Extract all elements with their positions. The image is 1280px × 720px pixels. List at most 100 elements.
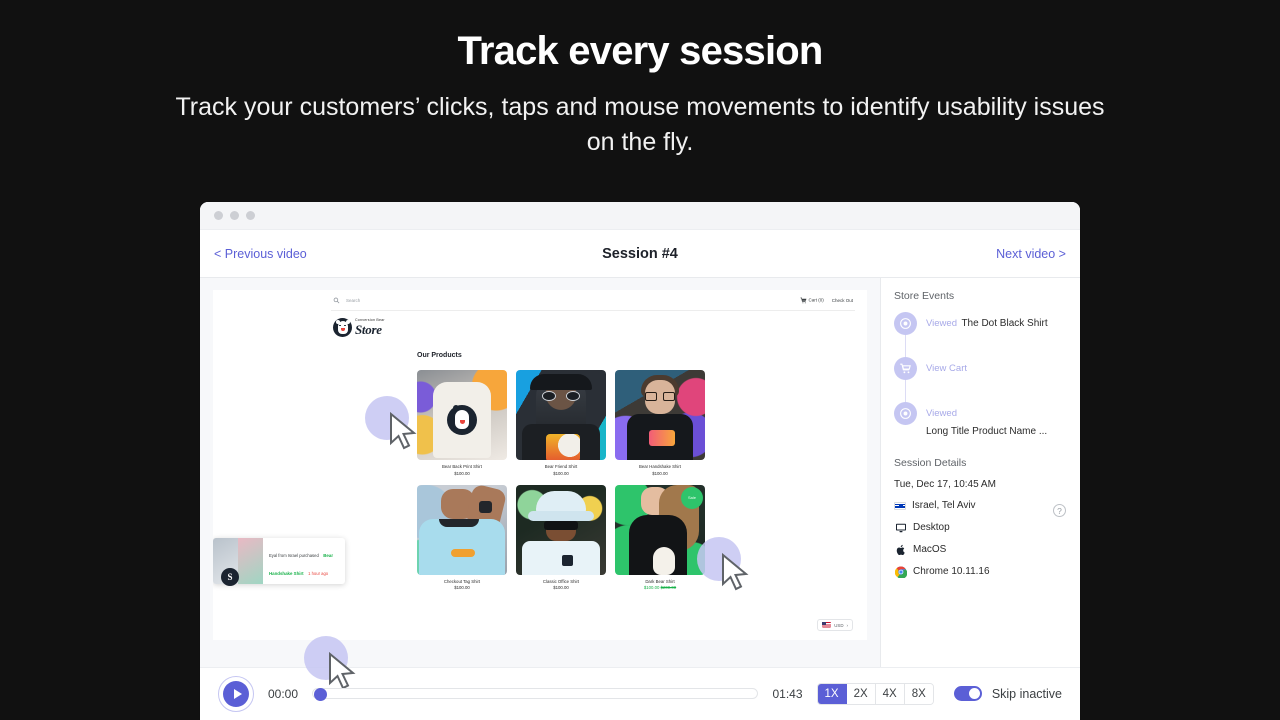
product-name: Bear Handshake Shirt	[638, 464, 682, 469]
product-card[interactable]: Sale Dark Bear Shirt $100.00 $200.00	[615, 484, 705, 590]
product-sale-price: $100.00	[643, 585, 660, 590]
next-video-link[interactable]: Next video >	[996, 247, 1066, 261]
eye-icon	[894, 402, 917, 425]
total-time: 01:43	[772, 686, 803, 701]
currency-label: USD	[834, 622, 844, 628]
product-price: $100.00 $200.00	[615, 585, 705, 590]
store-search-placeholder: Search	[346, 298, 361, 303]
product-thumbnail	[516, 370, 606, 460]
session-title: Session #4	[602, 245, 678, 262]
product-price: $100.00	[652, 470, 668, 476]
sale-badge: Sale	[681, 486, 703, 509]
session-browser: Chrome 10.11.16	[913, 566, 990, 577]
session-side-panel: Store Events Viewed The Dot Black Shirt	[880, 278, 1080, 667]
current-time: 00:00	[268, 686, 299, 701]
session-details-list: Tue, Dec 17, 10:45 AM Israel, Tel Aviv D…	[894, 479, 1066, 578]
product-card[interactable]: Bear Handshake Shirt $100.00	[615, 370, 705, 476]
event-name: Long Title Product Name ...	[926, 426, 1048, 437]
progress-knob[interactable]	[314, 687, 328, 701]
previous-video-link[interactable]: < Previous video	[214, 247, 307, 261]
product-card[interactable]: Bear Friend Shirt $100.00	[516, 370, 606, 476]
store-events-heading: Store Events	[894, 290, 955, 302]
notification-line-1: Eyal from Israel purchased	[269, 553, 319, 558]
hero-section: Track every session Track your customers…	[0, 0, 1280, 159]
player-controls: 00:00 01:43 1X 2X 4X 8X Skip inactive	[200, 667, 1080, 719]
product-price: $100.00	[553, 585, 569, 590]
store-nav: Cart (0) Check Out	[800, 297, 853, 304]
speed-button-1x[interactable]: 1X	[817, 683, 847, 704]
notification-timeago: 1 hour ago	[308, 571, 329, 576]
close-dot[interactable]	[214, 211, 223, 220]
session-location-row: Israel, Tel Aviv	[894, 499, 1066, 512]
cart-icon	[800, 297, 807, 304]
product-card[interactable]: Bear Back Print Shirt $100.00	[417, 370, 507, 476]
store-checkout-link[interactable]: Check Out	[832, 298, 853, 303]
product-name: Bear Back Print Shirt	[442, 464, 482, 469]
product-thumbnail	[615, 370, 705, 460]
store-logo[interactable]: Conversion Bear Store	[333, 318, 385, 337]
store-event-item[interactable]: Viewed The Dot Black Shirt	[894, 312, 1066, 335]
chrome-icon	[894, 565, 907, 578]
replay-stage[interactable]: Search Cart (0) Check Out Conversion Bea…	[200, 278, 880, 690]
us-flag-icon	[822, 622, 832, 628]
skip-inactive-toggle[interactable]	[953, 686, 982, 701]
minimize-dot[interactable]	[230, 211, 239, 220]
chevron-right-icon: ›	[846, 622, 848, 628]
app-window: < Previous video Session #4 Next video >…	[200, 202, 1080, 720]
play-button[interactable]	[218, 675, 254, 712]
session-os-row: MacOS	[894, 543, 1066, 556]
event-kind: Viewed	[926, 408, 957, 419]
product-old-price: $200.00	[660, 585, 677, 590]
session-timestamp: Tue, Dec 17, 10:45 AM	[894, 479, 996, 490]
session-device-row: Desktop	[894, 521, 1066, 534]
product-card[interactable]: Classic Office Shirt $100.00	[516, 484, 606, 590]
shopify-icon: S	[221, 568, 239, 586]
notification-image-b	[238, 538, 263, 584]
store-event-item[interactable]: View Cart	[894, 357, 1066, 380]
maximize-dot[interactable]	[246, 211, 255, 220]
event-kind: View Cart	[926, 363, 968, 375]
cart-label: Cart (0)	[808, 297, 824, 303]
store-search-input[interactable]: Search	[333, 297, 360, 304]
product-thumbnail	[417, 370, 507, 460]
store-event-item[interactable]: Viewed Long Title Product Name ...	[894, 402, 1066, 439]
event-kind: Viewed	[926, 318, 957, 329]
store-section-heading: Our Products	[417, 352, 462, 359]
event-name: The Dot Black Shirt	[961, 318, 1048, 329]
page-title: Track every session	[457, 29, 823, 73]
store-header-divider	[331, 310, 855, 311]
window-titlebar	[200, 202, 1080, 230]
session-device: Desktop	[913, 522, 950, 533]
location-help-icon[interactable]: ?	[1053, 504, 1066, 517]
speed-button-8x[interactable]: 8X	[904, 683, 933, 704]
eye-icon	[894, 312, 917, 335]
playback-speed-group: 1X 2X 4X 8X	[816, 682, 934, 705]
session-navbar: < Previous video Session #4 Next video >	[200, 230, 1080, 278]
product-name: Bear Friend Shirt	[544, 464, 578, 469]
search-icon	[333, 297, 340, 304]
israel-flag-icon	[894, 501, 906, 510]
apple-icon	[894, 544, 907, 556]
store-events-list: Viewed The Dot Black Shirt View Cart Vie…	[894, 312, 1066, 439]
store-cart-link[interactable]: Cart (0)	[800, 297, 824, 304]
session-os: MacOS	[913, 544, 947, 555]
product-name: Dark Bear Shirt	[645, 578, 675, 584]
session-browser-row: Chrome 10.11.16	[894, 565, 1066, 578]
product-card[interactable]: Checkout Tag Shirt $100.00	[417, 484, 507, 590]
progress-slider[interactable]	[312, 687, 759, 701]
product-price: $100.00	[454, 585, 470, 590]
conversion-bear-logo-icon	[333, 318, 352, 337]
store-logo-main-text: Store	[355, 321, 382, 337]
product-name: Classic Office Shirt	[542, 578, 580, 584]
play-icon	[223, 680, 249, 707]
product-price: $100.00	[553, 470, 569, 476]
speed-button-4x[interactable]: 4X	[875, 683, 905, 704]
recorded-store-page: Search Cart (0) Check Out Conversion Bea…	[213, 290, 867, 640]
product-thumbnail	[516, 484, 606, 575]
currency-selector[interactable]: USD ›	[817, 619, 853, 631]
product-grid: Bear Back Print Shirt $100.00 Bear Frien…	[417, 370, 705, 590]
speed-button-2x[interactable]: 2X	[846, 683, 876, 704]
cart-icon	[894, 357, 917, 380]
player-body: Search Cart (0) Check Out Conversion Bea…	[200, 278, 1080, 690]
session-location: Israel, Tel Aviv	[912, 500, 976, 511]
